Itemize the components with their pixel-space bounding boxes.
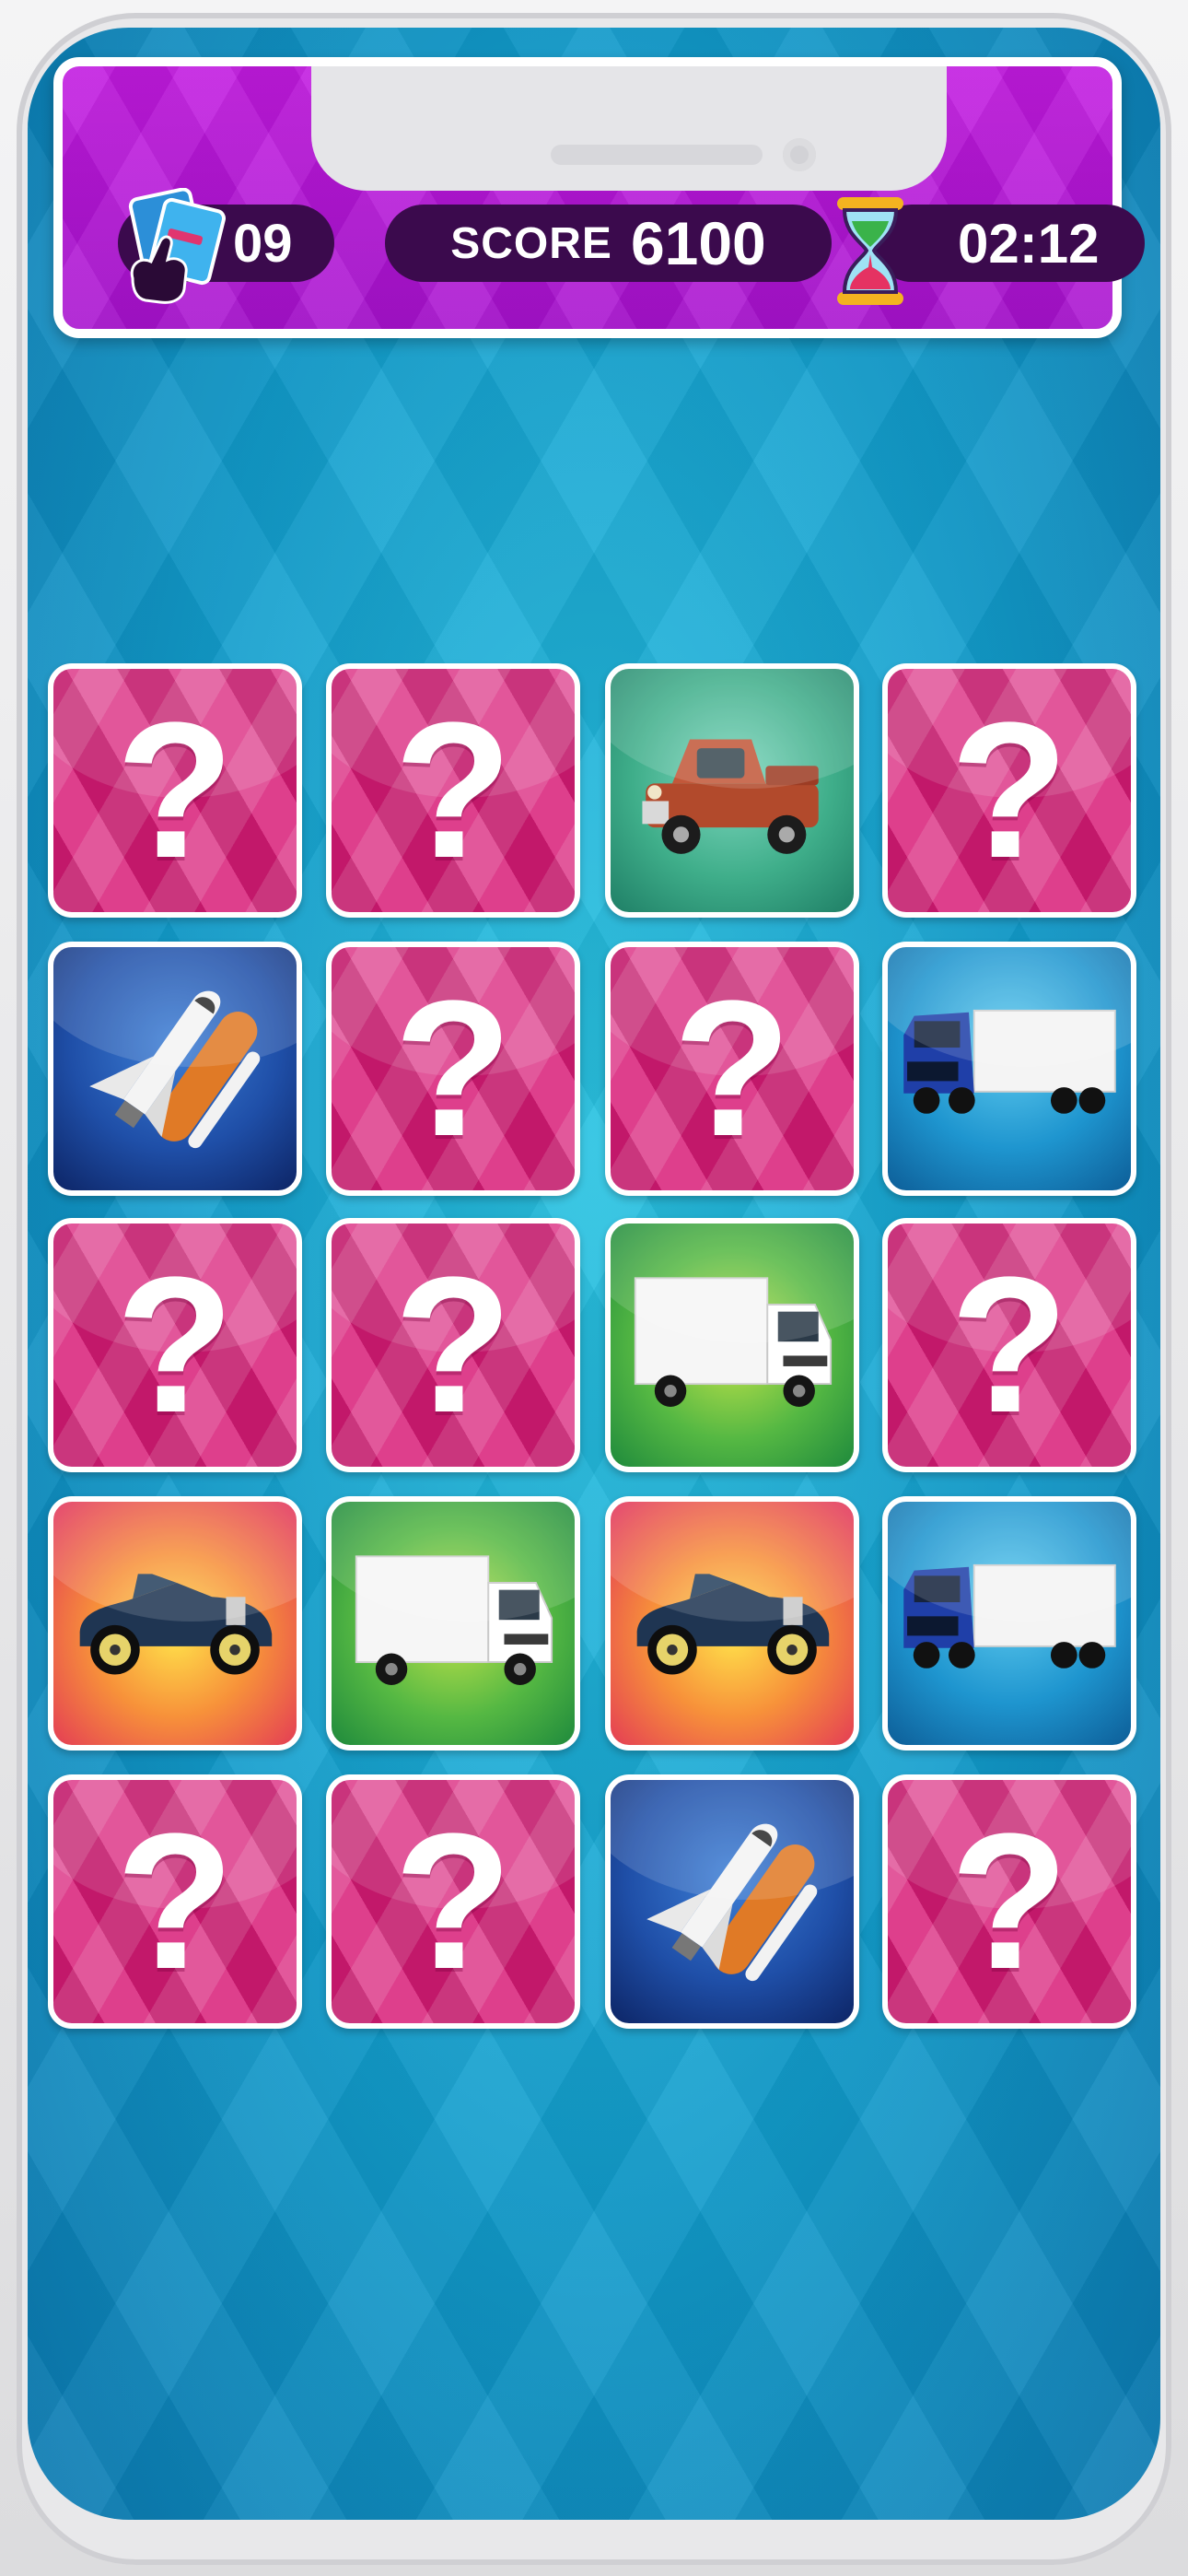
card-hidden[interactable]: ? [882, 663, 1136, 918]
score-value: 6100 [630, 209, 766, 277]
card-revealed-blue-semi-truck[interactable] [882, 942, 1136, 1196]
question-mark-icon: ? [949, 1793, 1069, 2009]
card-hidden[interactable]: ? [48, 1218, 302, 1472]
phone-frame: 09 SCORE 6100 02:12 ? ? ? ? ? ? ? ? ? ? … [0, 0, 1188, 2576]
question-mark-icon: ? [115, 1236, 235, 1453]
score-label: SCORE [450, 218, 612, 268]
device-camera [783, 138, 816, 171]
card-revealed-vintage-convertible-car[interactable] [48, 1496, 302, 1751]
card-revealed-vintage-convertible-car[interactable] [605, 1496, 859, 1751]
question-mark-icon: ? [949, 1236, 1069, 1453]
card-revealed-white-box-truck[interactable] [605, 1218, 859, 1472]
card-hidden[interactable]: ? [326, 942, 580, 1196]
game-screen: 09 SCORE 6100 02:12 ? ? ? ? ? ? ? ? ? ? … [28, 28, 1160, 2520]
card-revealed-vintage-pickup-truck[interactable] [605, 663, 859, 918]
device-notch [311, 66, 947, 191]
moves-value: 09 [233, 213, 293, 274]
question-mark-icon: ? [949, 682, 1069, 898]
cards-tap-icon [128, 188, 226, 304]
card-hidden[interactable]: ? [48, 1774, 302, 2029]
card-revealed-blue-semi-truck[interactable] [882, 1496, 1136, 1751]
question-mark-icon: ? [115, 1793, 235, 2009]
question-mark-icon: ? [393, 1236, 513, 1453]
timer-value: 02:12 [958, 212, 1100, 275]
question-mark-icon: ? [393, 1793, 513, 2009]
card-revealed-white-box-truck[interactable] [326, 1496, 580, 1751]
card-hidden[interactable]: ? [48, 663, 302, 918]
header-bar: 09 SCORE 6100 02:12 [53, 57, 1145, 338]
card-hidden[interactable]: ? [326, 1774, 580, 2029]
card-revealed-space-shuttle[interactable] [48, 942, 302, 1196]
card-hidden[interactable]: ? [882, 1774, 1136, 2029]
card-hidden[interactable]: ? [326, 1218, 580, 1472]
question-mark-icon: ? [393, 682, 513, 898]
card-revealed-space-shuttle[interactable] [605, 1774, 859, 2029]
device-speaker [551, 145, 763, 165]
card-hidden[interactable]: ? [326, 663, 580, 918]
question-mark-icon: ? [393, 960, 513, 1177]
timer-display: 02:12 [873, 205, 1145, 282]
hourglass-icon [837, 197, 903, 305]
score-display: SCORE 6100 [385, 205, 832, 282]
card-hidden[interactable]: ? [605, 942, 859, 1196]
card-hidden[interactable]: ? [882, 1218, 1136, 1472]
question-mark-icon: ? [672, 960, 792, 1177]
question-mark-icon: ? [115, 682, 235, 898]
